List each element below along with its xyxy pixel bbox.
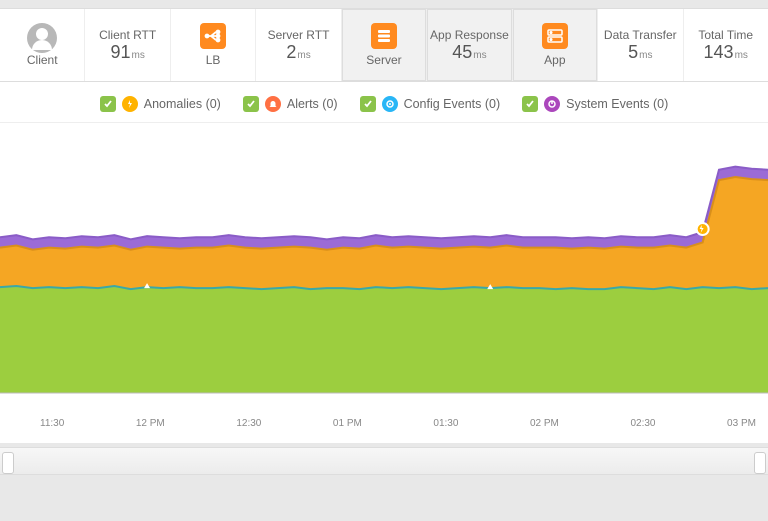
legend-anomalies[interactable]: Anomalies (0) xyxy=(100,96,221,112)
metric-label: App Response xyxy=(430,28,509,42)
chart-area[interactable]: 11:30 12 PM 12:30 01 PM 01:30 02 PM 02:30 03 PM xyxy=(0,123,768,443)
checkbox-icon xyxy=(522,96,538,112)
metric-value: 5ms xyxy=(628,42,652,63)
metric-value: 91ms xyxy=(110,42,144,63)
legend-label: Alerts (0) xyxy=(287,97,338,111)
app-icon xyxy=(542,23,568,49)
alert-icon xyxy=(265,96,281,112)
metric-client[interactable]: Client xyxy=(0,9,85,81)
metric-label: App xyxy=(544,53,565,67)
metrics-bar: Client Client RTT 91ms LB Server RTT 2ms… xyxy=(0,8,768,82)
legend-row: Anomalies (0) Alerts (0) Config Events (… xyxy=(0,82,768,123)
x-tick: 02 PM xyxy=(530,418,559,429)
metric-client-rtt[interactable]: Client RTT 91ms xyxy=(85,9,170,81)
x-tick: 03 PM xyxy=(727,418,756,429)
x-tick: 11:30 xyxy=(40,418,64,429)
metric-app[interactable]: App xyxy=(513,9,598,81)
metric-label: Server xyxy=(366,53,401,67)
x-tick: 12 PM xyxy=(136,418,165,429)
x-tick: 12:30 xyxy=(236,418,261,429)
metric-lb[interactable]: LB xyxy=(171,9,256,81)
config-icon xyxy=(382,96,398,112)
metric-server-rtt[interactable]: Server RTT 2ms xyxy=(256,9,341,81)
legend-label: Anomalies (0) xyxy=(144,97,221,111)
legend-config-events[interactable]: Config Events (0) xyxy=(360,96,501,112)
metric-label: LB xyxy=(206,53,221,67)
lb-icon xyxy=(200,23,226,49)
metric-app-response[interactable]: App Response 45ms xyxy=(427,9,512,81)
legend-label: Config Events (0) xyxy=(404,97,501,111)
x-axis-labels: 11:30 12 PM 12:30 01 PM 01:30 02 PM 02:30 03 PM xyxy=(0,418,768,429)
x-tick: 02:30 xyxy=(630,418,655,429)
metric-label: Client RTT xyxy=(99,28,156,42)
metric-label: Total Time xyxy=(698,28,753,42)
client-icon xyxy=(27,23,57,53)
anomaly-icon xyxy=(122,96,138,112)
server-icon xyxy=(371,23,397,49)
metric-data-transfer[interactable]: Data Transfer 5ms xyxy=(598,9,683,81)
checkbox-icon xyxy=(243,96,259,112)
metric-value: 143ms xyxy=(704,42,748,63)
area-chart-svg xyxy=(0,123,768,413)
x-tick: 01:30 xyxy=(433,418,458,429)
system-icon xyxy=(544,96,560,112)
legend-label: System Events (0) xyxy=(566,97,668,111)
legend-system-events[interactable]: System Events (0) xyxy=(522,96,668,112)
time-range-slider[interactable] xyxy=(0,447,768,475)
metric-total-time[interactable]: Total Time 143ms xyxy=(684,9,768,81)
checkbox-icon xyxy=(100,96,116,112)
metric-label: Data Transfer xyxy=(604,28,677,42)
metric-server[interactable]: Server xyxy=(342,9,427,81)
metric-value: 2ms xyxy=(286,42,310,63)
checkbox-icon xyxy=(360,96,376,112)
x-tick: 01 PM xyxy=(333,418,362,429)
metric-label: Client xyxy=(27,53,58,67)
metric-value: 45ms xyxy=(452,42,486,63)
legend-alerts[interactable]: Alerts (0) xyxy=(243,96,338,112)
metric-label: Server RTT xyxy=(268,28,330,42)
